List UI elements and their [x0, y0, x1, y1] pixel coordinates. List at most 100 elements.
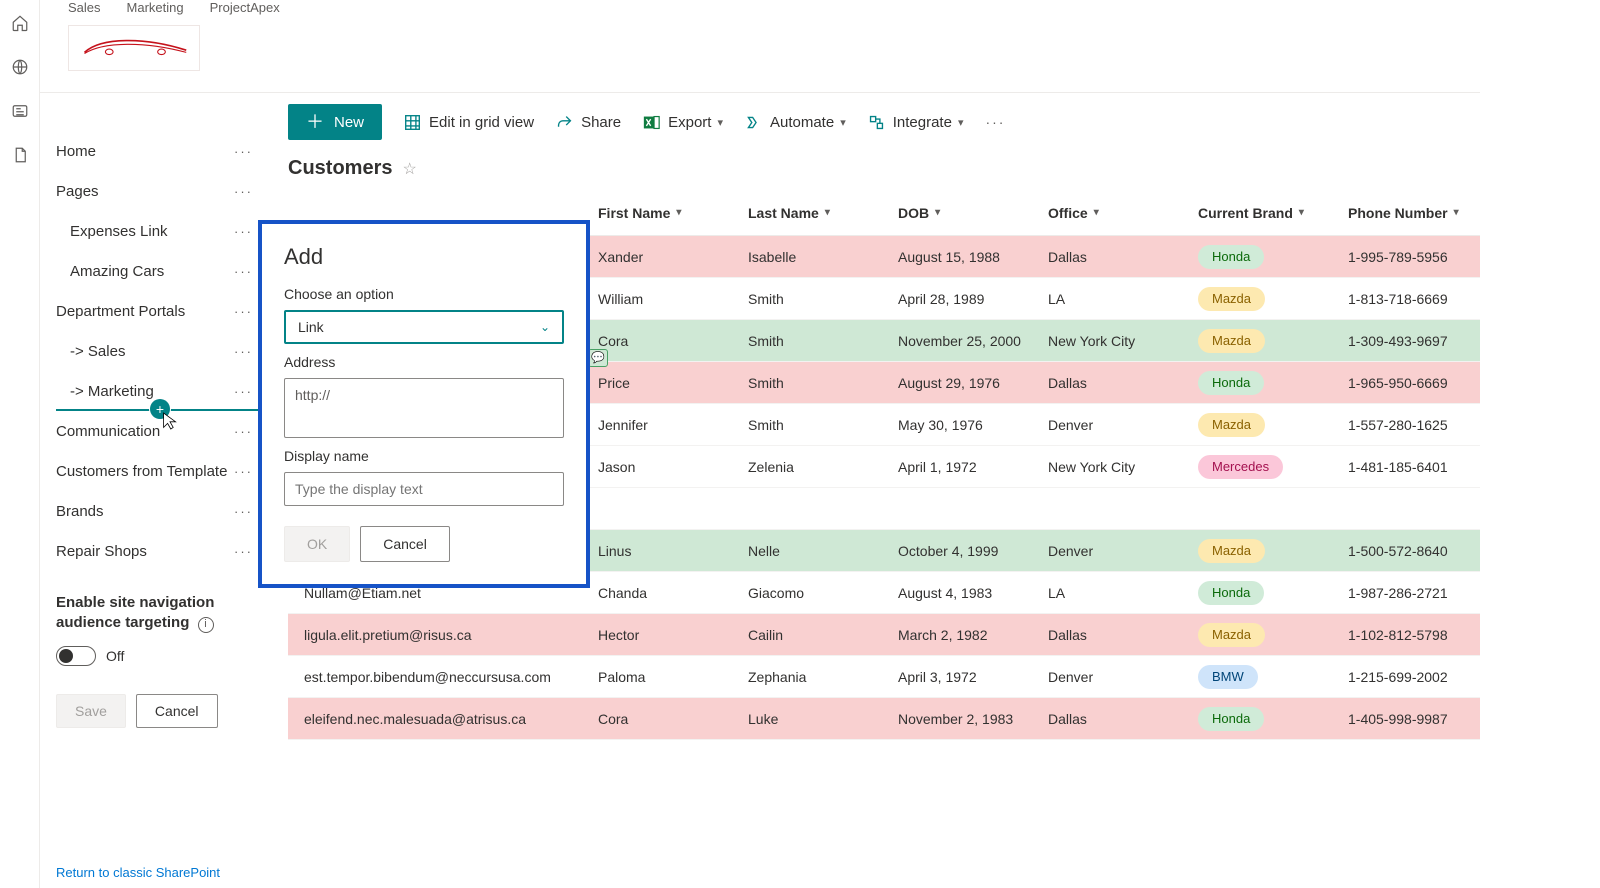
brand-pill: Honda	[1198, 707, 1264, 731]
globe-icon[interactable]	[11, 58, 29, 76]
chevron-down-icon: ▾	[1094, 207, 1099, 218]
classic-sharepoint-link[interactable]: Return to classic SharePoint	[56, 865, 220, 880]
table-row[interactable]: est.tempor.bibendum@neccursusa.comPaloma…	[288, 656, 1480, 698]
chevron-down-icon: ⌄	[540, 320, 550, 334]
cell-phone: 1-481-185-6401	[1348, 459, 1468, 475]
col-office[interactable]: Office▾	[1048, 205, 1198, 221]
news-icon[interactable]	[11, 102, 29, 120]
nav-repair-shops[interactable]: Repair Shops···	[56, 531, 259, 571]
col-phone[interactable]: Phone Number▾	[1348, 205, 1468, 221]
hub-link-marketing[interactable]: Marketing	[127, 0, 184, 15]
email-cell: eleifend.nec.malesuada@atrisus.ca	[288, 711, 526, 727]
cell-office: Denver	[1048, 543, 1198, 559]
nav-expenses-link[interactable]: Expenses Link···	[56, 211, 259, 251]
more-icon[interactable]: ···	[234, 264, 259, 279]
cell-office: Denver	[1048, 669, 1198, 685]
more-icon[interactable]: ···	[234, 304, 259, 319]
command-bar: ＋ New Edit in grid view Share Export▾ Au…	[288, 93, 1480, 151]
excel-icon	[643, 114, 660, 131]
site-logo[interactable]	[68, 25, 200, 71]
cell-office: LA	[1048, 291, 1198, 307]
file-icon[interactable]	[11, 146, 29, 164]
display-name-input[interactable]	[284, 472, 564, 506]
cell-dob: November 25, 2000	[898, 333, 1048, 349]
edit-in-grid-button[interactable]: Edit in grid view	[404, 114, 534, 131]
cell-fn: Chanda	[598, 585, 748, 601]
hub-link-projectapex[interactable]: ProjectApex	[210, 0, 280, 15]
overflow-button[interactable]: ···	[985, 114, 1005, 130]
address-input[interactable]: http://	[284, 378, 564, 438]
cancel-button[interactable]: Cancel	[360, 526, 450, 562]
ok-button: OK	[284, 526, 350, 562]
more-icon[interactable]: ···	[234, 504, 259, 519]
cell-ln: Isabelle	[748, 249, 898, 265]
new-button[interactable]: ＋ New	[288, 104, 382, 140]
cell-ln: Cailin	[748, 627, 898, 643]
brand-pill: Honda	[1198, 581, 1264, 605]
info-icon[interactable]: i	[198, 617, 214, 633]
cancel-button[interactable]: Cancel	[136, 694, 218, 728]
nav-department-portals[interactable]: Department Portals···	[56, 291, 259, 331]
option-select[interactable]: Link ⌄	[284, 310, 564, 344]
cell-fn: Paloma	[598, 669, 748, 685]
audience-targeting-toggle[interactable]	[56, 646, 96, 666]
cell-fn: Price	[598, 375, 748, 391]
cell-ln: Nelle	[748, 543, 898, 559]
chevron-down-icon: ▾	[717, 116, 723, 129]
integrate-button[interactable]: Integrate▾	[868, 114, 964, 131]
more-icon[interactable]: ···	[234, 344, 259, 359]
more-icon[interactable]: ···	[234, 544, 259, 559]
cell-dob: May 30, 1976	[898, 417, 1048, 433]
more-icon[interactable]: ···	[234, 384, 259, 399]
nav-brands[interactable]: Brands···	[56, 491, 259, 531]
flow-icon	[745, 114, 762, 131]
home-icon[interactable]	[11, 14, 29, 32]
nav-amazing-cars[interactable]: Amazing Cars···	[56, 251, 259, 291]
nav-edit-panel: Home··· Pages··· Expenses Link··· Amazin…	[40, 121, 265, 888]
favorite-icon[interactable]: ☆	[402, 159, 416, 179]
col-last-name[interactable]: Last Name▾	[748, 205, 898, 221]
app-rail	[0, 0, 40, 888]
right-fade	[1480, 0, 1600, 888]
cell-ln: Giacomo	[748, 585, 898, 601]
more-icon[interactable]: ···	[234, 464, 259, 479]
brand-pill: Mazda	[1198, 413, 1265, 437]
more-icon[interactable]: ···	[234, 224, 259, 239]
share-button[interactable]: Share	[556, 114, 621, 131]
table-row[interactable]: eleifend.nec.malesuada@atrisus.caCoraLuk…	[288, 698, 1480, 740]
toggle-state: Off	[106, 648, 124, 664]
cell-fn: Cora	[598, 333, 748, 349]
brand-pill: Honda	[1198, 245, 1264, 269]
cell-ln: Luke	[748, 711, 898, 727]
email-cell: ligula.elit.pretium@risus.ca	[288, 627, 472, 643]
more-icon[interactable]: ···	[234, 144, 259, 159]
cell-phone: 1-987-286-2721	[1348, 585, 1468, 601]
col-dob[interactable]: DOB▾	[898, 205, 1048, 221]
cell-fn: William	[598, 291, 748, 307]
hub-link-sales[interactable]: Sales	[68, 0, 101, 15]
plus-icon: ＋	[306, 113, 324, 131]
nav-home[interactable]: Home···	[56, 131, 259, 171]
cell-dob: April 1, 1972	[898, 459, 1048, 475]
cell-office: Dallas	[1048, 375, 1198, 391]
cell-dob: April 3, 1972	[898, 669, 1048, 685]
nav-customers-template[interactable]: Customers from Template···	[56, 451, 259, 491]
col-first-name[interactable]: First Name▾	[598, 205, 748, 221]
cell-dob: August 15, 1988	[898, 249, 1048, 265]
hub-header: Sales Marketing ProjectApex	[40, 0, 1480, 92]
automate-button[interactable]: Automate▾	[745, 114, 846, 131]
cell-ln: Smith	[748, 333, 898, 349]
cell-office: New York City	[1048, 459, 1198, 475]
col-brand[interactable]: Current Brand▾	[1198, 205, 1348, 221]
table-row[interactable]: ligula.elit.pretium@risus.caHectorCailin…	[288, 614, 1480, 656]
more-icon[interactable]: ···	[234, 424, 259, 439]
export-button[interactable]: Export▾	[643, 114, 723, 131]
cell-fn: Jennifer	[598, 417, 748, 433]
more-icon[interactable]: ···	[234, 184, 259, 199]
chevron-down-icon: ▾	[935, 207, 940, 218]
nav-pages[interactable]: Pages···	[56, 171, 259, 211]
cell-ln: Smith	[748, 417, 898, 433]
nav-sales[interactable]: -> Sales···	[56, 331, 259, 371]
cell-dob: March 2, 1982	[898, 627, 1048, 643]
comment-icon[interactable]: 💬	[588, 349, 608, 367]
